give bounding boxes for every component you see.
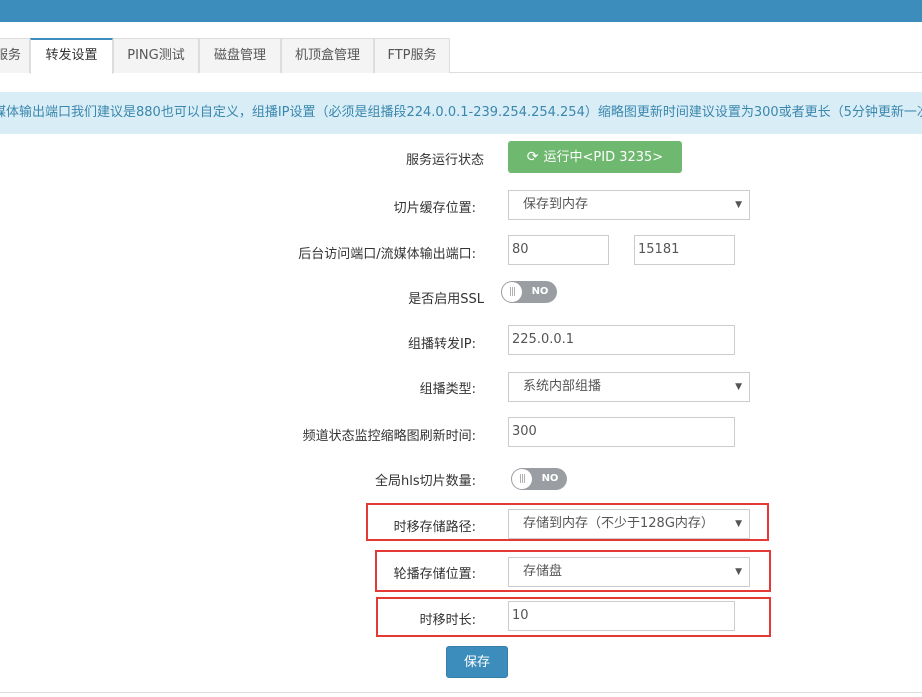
multicast-ip-label: 组播转发IP: (407, 337, 476, 352)
multicast-ip-input[interactable]: 225.0.0.1 (508, 325, 735, 355)
ports-label: 后台访问端口/流媒体输出端口: (298, 247, 476, 262)
tab-ftp-service[interactable]: FTP服务 (374, 38, 450, 73)
tab-forward-settings[interactable]: 转发设置 (30, 38, 113, 74)
info-notice: 媒体输出端口我们建议是880也可以自定义，组播IP设置（必须是组播段224.0.… (0, 92, 922, 134)
slice-cache-value: 保存到内存 (523, 197, 589, 212)
multicast-ip-value: 225.0.0.1 (512, 332, 575, 347)
stream-port-input[interactable]: 15181 (634, 235, 735, 265)
ssl-toggle[interactable]: ||| NO (501, 281, 557, 303)
service-status-text: 运行中<PID 3235> (543, 150, 664, 165)
tab-ping-test[interactable]: PING测试 (113, 38, 199, 73)
tab-service[interactable]: 服务 (0, 38, 30, 73)
ssl-label: 是否启用SSL (408, 292, 484, 307)
thumbnail-refresh-input[interactable]: 300 (508, 417, 735, 447)
timeshift-duration-label: 时移时长: (419, 613, 476, 628)
stream-port-value: 15181 (638, 242, 680, 257)
ssl-toggle-text: NO (531, 286, 549, 297)
service-status-button[interactable]: ⟳ 运行中<PID 3235> (508, 141, 682, 173)
multicast-type-value: 系统内部组播 (523, 379, 602, 394)
info-notice-text: 媒体输出端口我们建议是880也可以自定义，组播IP设置（必须是组播段224.0.… (0, 105, 922, 120)
tab-disk-management[interactable]: 磁盘管理 (199, 38, 281, 73)
tab-stb-management[interactable]: 机顶盒管理 (281, 38, 374, 73)
multicast-type-label: 组播类型: (419, 382, 476, 397)
carousel-storage-label: 轮播存储位置: (393, 567, 476, 582)
hls-count-toggle[interactable]: ||| NO (511, 468, 567, 490)
settings-tabs: 服务 转发设置 PING测试 磁盘管理 机顶盒管理 FTP服务 (0, 22, 922, 74)
hls-count-label: 全局hls切片数量: (374, 474, 476, 489)
timeshift-path-value: 存储到内存（不少于128G内存） (523, 516, 714, 531)
caret-down-icon: ▼ (735, 200, 742, 210)
caret-down-icon: ▼ (735, 382, 742, 392)
caret-down-icon: ▼ (735, 567, 742, 577)
admin-port-input[interactable]: 80 (508, 235, 609, 265)
timeshift-path-label: 时移存储路径: (393, 520, 476, 535)
slice-cache-label: 切片缓存位置: (393, 201, 476, 216)
slice-cache-select[interactable]: 保存到内存 ▼ (508, 190, 750, 220)
caret-down-icon: ▼ (735, 519, 742, 529)
top-header-bar (0, 0, 922, 22)
carousel-storage-value: 存储盘 (523, 564, 563, 579)
timeshift-duration-value: 10 (512, 608, 529, 623)
service-status-label: 服务运行状态 (405, 153, 484, 168)
thumbnail-refresh-value: 300 (512, 424, 537, 439)
multicast-type-select[interactable]: 系统内部组播 ▼ (508, 372, 750, 402)
bottom-divider (0, 692, 922, 693)
thumbnail-refresh-label: 频道状态监控缩略图刷新时间: (302, 429, 476, 444)
toggle-knob-icon: ||| (502, 282, 522, 302)
toggle-knob-icon: ||| (512, 469, 532, 489)
admin-port-value: 80 (512, 242, 529, 257)
refresh-icon: ⟳ (526, 149, 539, 165)
save-button[interactable]: 保存 (446, 646, 508, 678)
timeshift-path-select[interactable]: 存储到内存（不少于128G内存） ▼ (508, 509, 750, 539)
timeshift-duration-input[interactable]: 10 (508, 601, 735, 631)
carousel-storage-select[interactable]: 存储盘 ▼ (508, 557, 750, 587)
hls-toggle-text: NO (541, 473, 559, 484)
